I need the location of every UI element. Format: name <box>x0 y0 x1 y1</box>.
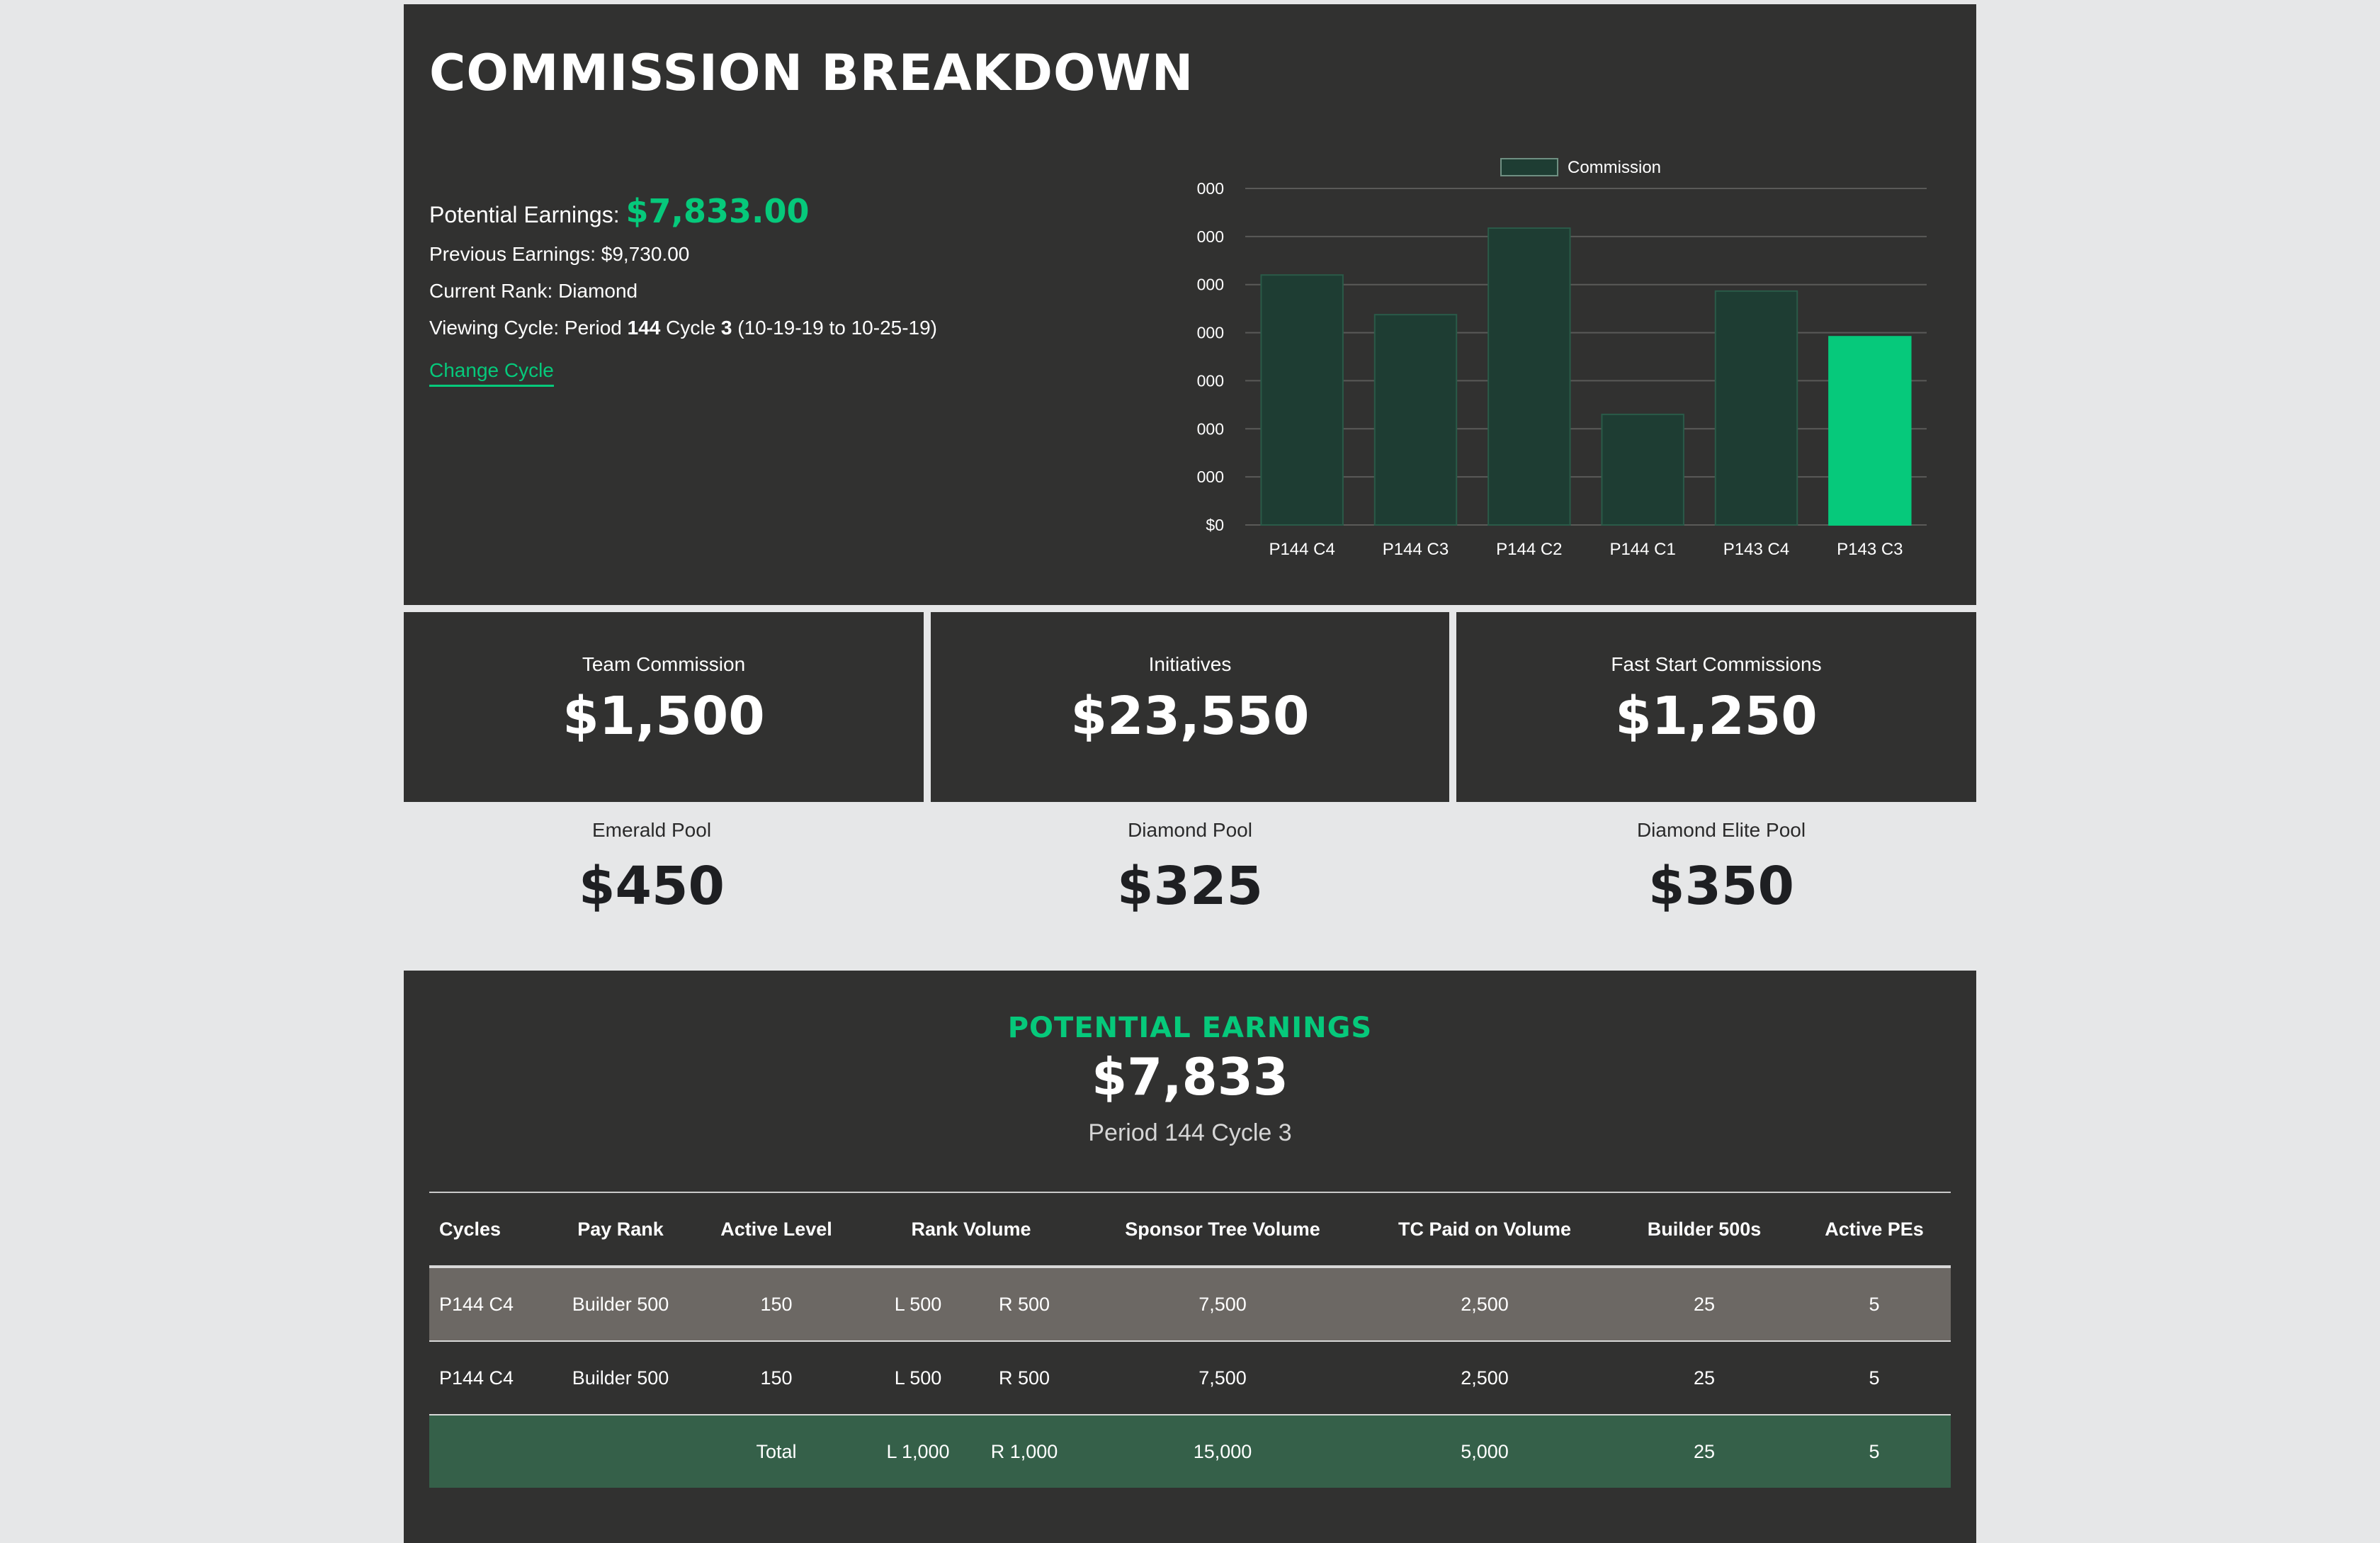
earnings-info: Potential Earnings: $7,833.00 Previous E… <box>429 190 937 387</box>
chart-x-tick-label: P143 C3 <box>1837 540 1903 559</box>
cell-builder-500s: 25 <box>1693 1293 1716 1315</box>
total-rank-volume-right: R 1,000 <box>990 1440 1058 1462</box>
cell-active-pes: 5 <box>1869 1293 1880 1315</box>
cell-rank-volume-left: L 500 <box>894 1367 942 1389</box>
chart-bar <box>1601 413 1684 526</box>
total-rank-volume-left: L 1,000 <box>886 1440 950 1462</box>
chart-bar <box>1828 336 1912 526</box>
cell-builder-500s: 25 <box>1693 1367 1716 1389</box>
chart-y-tick-label: $4,000 <box>1197 419 1224 438</box>
team-commission-label: Team Commission <box>582 653 746 675</box>
potential-earnings-heading: POTENTIAL EARNINGS <box>1007 1012 1373 1044</box>
diamond-pool-value: $325 <box>1117 856 1263 917</box>
team-commission-value: $1,500 <box>562 686 765 747</box>
cell-rank-volume-right: R 500 <box>998 1293 1050 1315</box>
cell-active-level: 150 <box>760 1293 793 1315</box>
initiatives-card: Initiatives $23,550 <box>931 612 1449 802</box>
chart-y-tick-label: $0 <box>1206 516 1224 534</box>
emerald-pool: Emerald Pool $450 <box>404 802 900 965</box>
chart-y-tick-label: $8,000 <box>1197 324 1224 342</box>
chart-bar <box>1488 227 1571 526</box>
team-commission-card: Team Commission $1,500 <box>404 612 924 802</box>
header-sponsor-tree-volume: Sponsor Tree Volume <box>1125 1218 1320 1240</box>
cell-pay-rank: Builder 500 <box>572 1367 669 1389</box>
header-rank-volume: Rank Volume <box>911 1218 1031 1240</box>
total-active-pes: 5 <box>1869 1440 1880 1462</box>
page-title: COMMISSION BREAKDOWN <box>429 44 1194 102</box>
total-label: Total <box>756 1440 797 1462</box>
viewing-cycle: Viewing Cycle: Period 144 Cycle 3 (10-19… <box>429 310 937 346</box>
header-tc-paid: TC Paid on Volume <box>1398 1218 1571 1240</box>
viewing-cycle-prefix: Viewing Cycle: Period <box>429 317 622 339</box>
diamond-elite-pool: Diamond Elite Pool $350 <box>1473 802 1969 965</box>
header-builder-500s: Builder 500s <box>1647 1218 1762 1240</box>
potential-earnings-panel: POTENTIAL EARNINGS $7,833 Period 144 Cyc… <box>404 971 1976 1543</box>
total-builder-500s: 25 <box>1693 1440 1716 1462</box>
emerald-pool-label: Emerald Pool <box>591 819 712 841</box>
commission-summary-panel: COMMISSION BREAKDOWN Potential Earnings:… <box>404 4 1976 605</box>
cell-tc-paid: 2,500 <box>1461 1367 1509 1389</box>
viewing-cycle-mid: Cycle <box>666 317 716 339</box>
emerald-pool-value: $450 <box>579 856 725 917</box>
table-total-row: Total L 1,000 R 1,000 15,000 5,000 25 5 <box>429 1415 1951 1488</box>
chart-x-tick-label: P143 C4 <box>1723 540 1789 559</box>
commission-bar-chart: $0 $2,000 $4,000 $6,000 $8,000 $10,000 $12,000… <box>1197 158 1927 559</box>
chart-legend-swatch <box>1500 158 1558 176</box>
cell-pay-rank: Builder 500 <box>572 1293 669 1315</box>
current-rank: Current Rank: Diamond <box>429 280 638 302</box>
viewing-cycle-range: (10-19-19 to 10-25-19) <box>737 317 938 339</box>
chart-bar <box>1714 290 1798 526</box>
initiatives-value: $23,550 <box>1070 686 1310 747</box>
cell-active-level: 150 <box>760 1367 793 1389</box>
chart-legend-label: Commission <box>1568 158 1661 177</box>
diamond-pool: Diamond Pool $325 <box>931 802 1449 965</box>
header-pay-rank: Pay Rank <box>577 1218 664 1240</box>
diamond-elite-pool-value: $350 <box>1648 856 1794 917</box>
chart-bar <box>1373 314 1458 526</box>
cycles-table: Cycles Pay Rank Active Level Rank Volume… <box>429 1192 1951 1488</box>
potential-earnings-label: Potential Earnings: <box>429 202 620 227</box>
chart-x-tick-label: P144 C1 <box>1609 540 1675 559</box>
fast-start-label: Fast Start Commissions <box>1611 653 1822 675</box>
table-row: P144 C4 Builder 500 150 L 500 R 500 7,50… <box>429 1268 1951 1342</box>
chart-y-tick-label: $6,000 <box>1197 371 1224 390</box>
viewing-cycle-period: 144 <box>627 317 661 339</box>
chart-y-tick-label: $14,000 <box>1197 179 1224 198</box>
cell-sponsor-volume: 7,500 <box>1198 1293 1247 1315</box>
fast-start-card: Fast Start Commissions $1,250 <box>1456 612 1976 802</box>
potential-earnings-total: $7,833 <box>1092 1047 1288 1107</box>
initiatives-label: Initiatives <box>1148 653 1232 675</box>
change-cycle-link[interactable]: Change Cycle <box>429 359 554 387</box>
total-tc-paid: 5,000 <box>1461 1440 1509 1462</box>
table-header-row: Cycles Pay Rank Active Level Rank Volume… <box>429 1193 1951 1268</box>
chart-y-tick-label: $10,000 <box>1197 276 1224 294</box>
fast-start-value: $1,250 <box>1615 686 1818 747</box>
chart-y-tick-label: $12,000 <box>1197 227 1224 246</box>
header-active-level: Active Level <box>720 1218 832 1240</box>
cell-tc-paid: 2,500 <box>1461 1293 1509 1315</box>
diamond-elite-pool-label: Diamond Elite Pool <box>1636 819 1806 841</box>
diamond-pool-label: Diamond Pool <box>1128 819 1252 841</box>
cell-rank-volume-right: R 500 <box>998 1367 1050 1389</box>
cell-sponsor-volume: 7,500 <box>1198 1367 1247 1389</box>
chart-x-tick-label: P144 C3 <box>1383 540 1449 559</box>
previous-earnings: Previous Earnings: $9,730.00 <box>429 243 690 265</box>
potential-earnings-line: Potential Earnings: $7,833.00 <box>429 190 937 236</box>
chart-bar <box>1260 274 1344 526</box>
chart-x-tick-label: P144 C2 <box>1496 540 1562 559</box>
cell-active-pes: 5 <box>1869 1367 1880 1389</box>
total-sponsor-volume: 15,000 <box>1193 1440 1252 1462</box>
potential-earnings-value: $7,833.00 <box>625 192 810 230</box>
header-active-pes: Active PEs <box>1825 1218 1924 1240</box>
chart-y-tick-label: $2,000 <box>1197 468 1224 486</box>
cell-rank-volume-left: L 500 <box>894 1293 942 1315</box>
chart-x-tick-label: P144 C4 <box>1269 540 1334 559</box>
potential-earnings-period: Period 144 Cycle 3 <box>1088 1119 1292 1146</box>
table-row: P144 C4 Builder 500 150 L 500 R 500 7,50… <box>429 1342 1951 1415</box>
viewing-cycle-number: 3 <box>720 317 732 339</box>
